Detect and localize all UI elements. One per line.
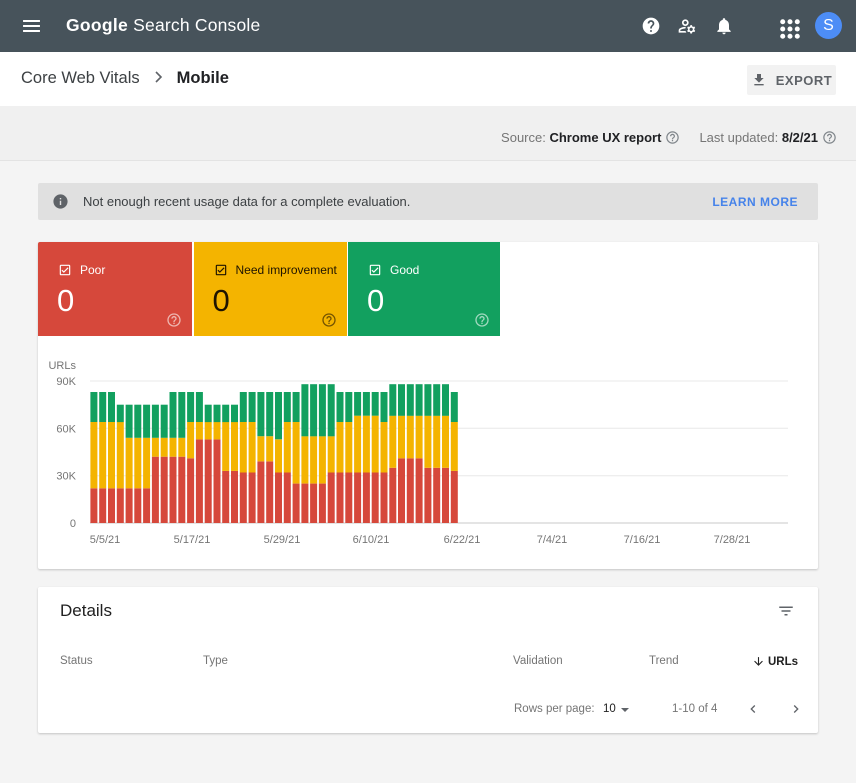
- svg-text:URLs: URLs: [48, 360, 76, 372]
- svg-text:7/28/21: 7/28/21: [714, 534, 751, 546]
- svg-text:5/5/21: 5/5/21: [90, 534, 121, 546]
- svg-text:7/16/21: 7/16/21: [624, 534, 661, 546]
- svg-text:60K: 60K: [56, 423, 76, 435]
- svg-text:90K: 90K: [56, 376, 76, 388]
- svg-text:30K: 30K: [56, 471, 76, 483]
- svg-text:6/10/21: 6/10/21: [353, 534, 390, 546]
- svg-text:5/29/21: 5/29/21: [264, 534, 301, 546]
- svg-text:6/22/21: 6/22/21: [444, 534, 481, 546]
- svg-text:0: 0: [70, 518, 76, 530]
- svg-text:5/17/21: 5/17/21: [174, 534, 211, 546]
- svg-text:7/4/21: 7/4/21: [537, 534, 568, 546]
